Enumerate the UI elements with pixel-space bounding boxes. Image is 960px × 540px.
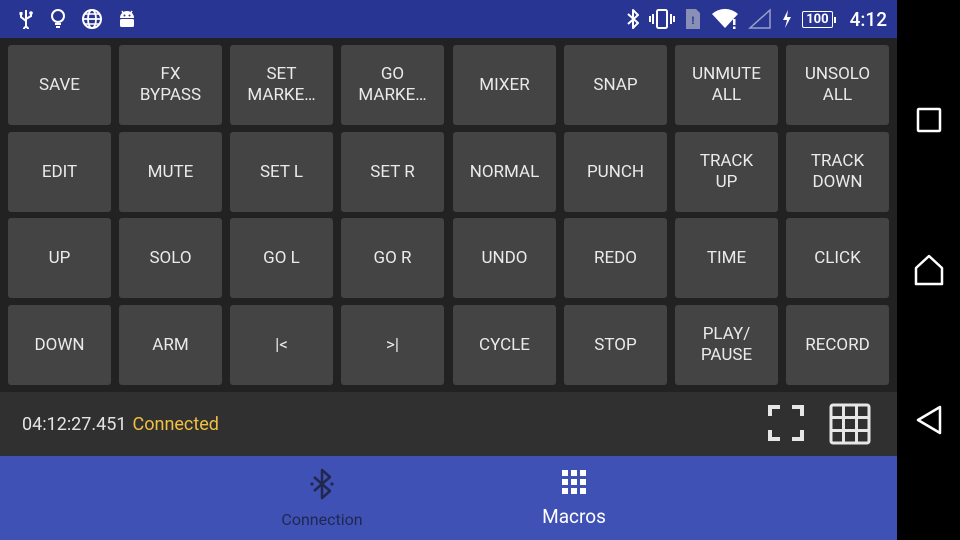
macro-button-undo[interactable]: UNDO xyxy=(453,218,556,298)
macro-button-mixer[interactable]: MIXER xyxy=(453,45,556,125)
macro-button-save[interactable]: SAVE xyxy=(8,45,111,125)
wifi-icon xyxy=(711,8,739,30)
usb-icon xyxy=(17,9,35,29)
connection-status: Connected xyxy=(132,414,219,435)
globe-icon xyxy=(81,8,103,30)
macro-button-label: UP xyxy=(48,247,71,268)
macro-button-label: |< xyxy=(275,334,288,355)
macro-button-up[interactable]: UP xyxy=(8,218,111,298)
fullscreen-icon[interactable] xyxy=(767,403,805,449)
macro-button-edit[interactable]: EDIT xyxy=(8,132,111,212)
grid-icon[interactable] xyxy=(829,403,871,449)
macro-button-redo[interactable]: REDO xyxy=(564,218,667,298)
macro-button-record[interactable]: RECORD xyxy=(786,305,889,385)
macro-button-label: PLAY/ PAUSE xyxy=(700,324,753,365)
macro-button-snap[interactable]: SNAP xyxy=(564,45,667,125)
macro-button-label: SET MARKE… xyxy=(247,64,316,105)
android-icon xyxy=(117,8,137,30)
cell-signal-icon xyxy=(748,8,772,30)
macro-button-label: UNMUTE ALL xyxy=(692,64,761,105)
macro-button-label: MUTE xyxy=(147,161,194,182)
macro-button-label: TRACK UP xyxy=(699,151,754,192)
home-icon[interactable] xyxy=(897,240,960,300)
battery-level: 100 xyxy=(802,10,837,28)
macro-button-btn-3-2[interactable]: |< xyxy=(230,305,333,385)
macro-button-track-down[interactable]: TRACK DOWN xyxy=(786,132,889,212)
macro-button-unsolo-all[interactable]: UNSOLO ALL xyxy=(786,45,889,125)
macro-button-arm[interactable]: ARM xyxy=(119,305,222,385)
bluetooth-icon xyxy=(308,468,336,504)
macro-button-label: SET R xyxy=(370,161,415,182)
macro-button-label: GO MARKE… xyxy=(358,64,427,105)
macro-button-label: CYCLE xyxy=(479,334,530,355)
tab-macros-label: Macros xyxy=(542,504,606,528)
macro-button-go-l[interactable]: GO L xyxy=(230,218,333,298)
macro-button-down[interactable]: DOWN xyxy=(8,305,111,385)
macro-button-fx-bypass[interactable]: FX BYPASS xyxy=(119,45,222,125)
macro-button-label: TRACK DOWN xyxy=(810,151,865,192)
tab-connection-label: Connection xyxy=(281,509,363,529)
sim-card-icon: ! xyxy=(684,7,702,31)
macro-button-label: NORMAL xyxy=(469,161,540,182)
status-bar: ! 100 4:12 xyxy=(0,0,897,38)
tab-macros[interactable]: Macros xyxy=(484,456,664,540)
macro-button-time[interactable]: TIME xyxy=(675,218,778,298)
grid-dots-icon xyxy=(561,469,587,499)
macro-button-punch[interactable]: PUNCH xyxy=(564,132,667,212)
macro-button-label: TIME xyxy=(706,247,747,268)
macro-button-click[interactable]: CLICK xyxy=(786,218,889,298)
macro-button-label: CLICK xyxy=(814,247,861,268)
macro-button-unmute-all[interactable]: UNMUTE ALL xyxy=(675,45,778,125)
macro-button-set-marke[interactable]: SET MARKE… xyxy=(230,45,333,125)
macro-button-label: PUNCH xyxy=(586,161,645,182)
macro-button-btn-3-3[interactable]: >| xyxy=(341,305,444,385)
macro-button-label: SET L xyxy=(259,161,304,182)
macro-button-label: RECORD xyxy=(805,334,870,355)
macro-button-go-r[interactable]: GO R xyxy=(341,218,444,298)
lightbulb-icon xyxy=(49,8,67,30)
macro-button-mute[interactable]: MUTE xyxy=(119,132,222,212)
system-navigation-bar xyxy=(897,0,960,540)
timecode: 04:12:27.451 xyxy=(22,414,127,435)
bluetooth-icon xyxy=(626,8,640,30)
macro-button-label: FX BYPASS xyxy=(139,64,202,105)
macro-button-label: REDO xyxy=(594,247,637,268)
macro-button-label: SNAP xyxy=(593,74,638,95)
back-icon[interactable] xyxy=(897,390,960,450)
macro-button-label: GO R xyxy=(373,247,412,268)
status-clock: 4:12 xyxy=(849,7,887,31)
macro-button-label: SAVE xyxy=(39,74,80,95)
macro-button-solo[interactable]: SOLO xyxy=(119,218,222,298)
macro-button-label: STOP xyxy=(594,334,637,355)
macro-button-label: GO L xyxy=(263,247,300,268)
macro-button-stop[interactable]: STOP xyxy=(564,305,667,385)
macro-button-label: SOLO xyxy=(149,247,192,268)
app-screen: ! 100 4:12 SAVE FX BYPASS SET MARKE… GO MAR… xyxy=(0,0,897,540)
macro-button-set-r[interactable]: SET R xyxy=(341,132,444,212)
charging-icon xyxy=(781,9,793,29)
bottom-navigation: Connection Macros xyxy=(0,456,897,540)
macro-button-label: >| xyxy=(385,334,400,355)
macro-button-label: DOWN xyxy=(34,334,85,355)
macro-button-label: UNDO xyxy=(481,247,528,268)
macro-button-track-up[interactable]: TRACK UP xyxy=(675,132,778,212)
macro-button-set-l[interactable]: SET L xyxy=(230,132,333,212)
info-bar: 04:12:27.451 Connected xyxy=(0,393,897,456)
macro-button-normal[interactable]: NORMAL xyxy=(453,132,556,212)
macro-button-grid: SAVE FX BYPASS SET MARKE… GO MARKE… MIXER SNA… xyxy=(0,38,897,392)
macro-button-label: EDIT xyxy=(41,161,78,182)
tab-connection[interactable]: Connection xyxy=(232,456,412,540)
macro-button-label: UNSOLO ALL xyxy=(804,64,871,105)
macro-button-play-pause[interactable]: PLAY/ PAUSE xyxy=(675,305,778,385)
svg-text:!: ! xyxy=(691,15,695,27)
vibrate-icon xyxy=(649,8,676,30)
macro-button-go-marke[interactable]: GO MARKE… xyxy=(341,45,444,125)
macro-button-label: ARM xyxy=(152,334,189,355)
macro-button-label: MIXER xyxy=(479,74,530,95)
macro-button-cycle[interactable]: CYCLE xyxy=(453,305,556,385)
recents-icon[interactable] xyxy=(897,90,960,150)
